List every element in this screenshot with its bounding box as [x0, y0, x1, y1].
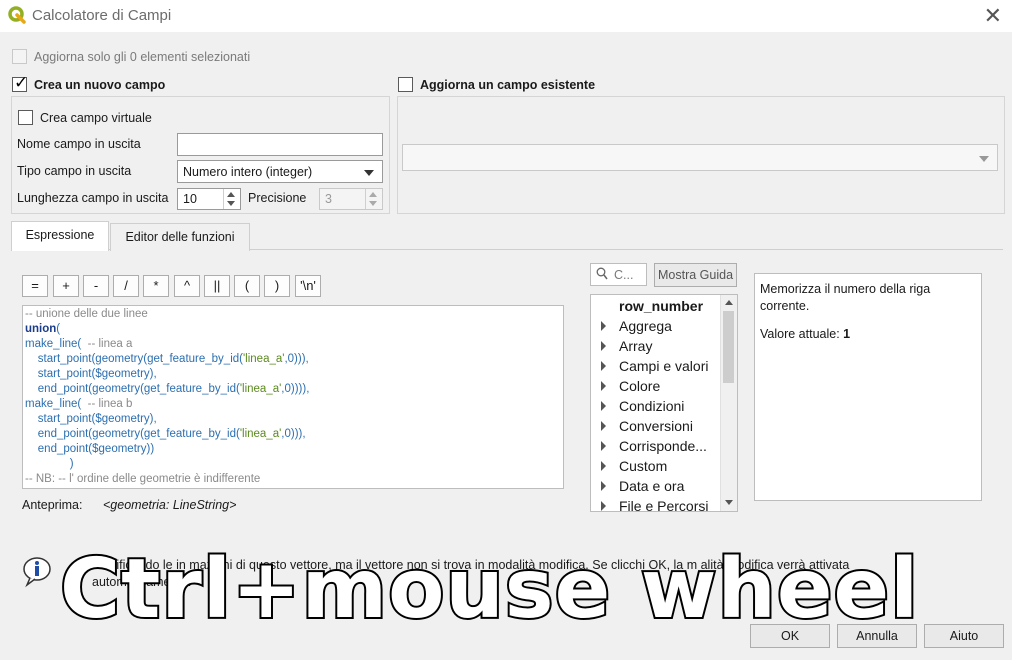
- operator-plus-button[interactable]: +: [53, 275, 79, 297]
- scroll-thumb[interactable]: [723, 311, 734, 383]
- close-icon[interactable]: ✕: [984, 3, 1002, 29]
- operator-open-paren-button[interactable]: (: [234, 275, 260, 297]
- tree-group-condizioni[interactable]: Condizioni: [591, 396, 719, 416]
- tree-group-custom[interactable]: Custom: [591, 456, 719, 476]
- code-line: start_point(geometry(get_feature_by_id('…: [25, 353, 309, 365]
- output-field-length-value: 10: [183, 192, 197, 206]
- output-field-type-value: Numero intero (integer): [183, 165, 313, 179]
- expand-arrow-icon: [601, 501, 606, 511]
- code-line: ): [25, 458, 74, 470]
- precision-value: 3: [325, 192, 332, 206]
- spin-arrows-icon[interactable]: [223, 189, 240, 209]
- overlay-caption: Ctrl+mouse wheel: [58, 540, 920, 639]
- chevron-down-icon: [979, 156, 989, 162]
- tree-group-data-e-ora[interactable]: Data e ora: [591, 476, 719, 496]
- output-field-type-label: Tipo campo in uscita: [17, 164, 132, 178]
- operator-close-paren-button[interactable]: ): [264, 275, 290, 297]
- expand-arrow-icon: [601, 481, 606, 491]
- expand-arrow-icon: [601, 441, 606, 451]
- operator-minus-button[interactable]: -: [83, 275, 109, 297]
- tree-group-file-e-percorsi[interactable]: File e Percorsi: [591, 496, 719, 511]
- current-value-label: Valore attuale:: [760, 327, 840, 341]
- scroll-down-icon[interactable]: [725, 500, 733, 505]
- code-line: -- unione delle due linee: [25, 308, 148, 320]
- operator-multiply-button[interactable]: *: [143, 275, 169, 297]
- expand-arrow-icon: [601, 421, 606, 431]
- create-new-field-label: Crea un nuovo campo: [34, 78, 166, 92]
- precision-label: Precisione: [248, 191, 307, 205]
- expand-arrow-icon: [601, 461, 606, 471]
- update-existing-field-checkbox[interactable]: [398, 77, 413, 92]
- tree-group-aggrega[interactable]: Aggrega: [591, 316, 719, 336]
- current-value: 1: [843, 327, 851, 341]
- expand-arrow-icon: [601, 341, 606, 351]
- function-help-panel: Memorizza il numero della riga corrente.…: [754, 273, 982, 501]
- spin-arrows-icon[interactable]: [365, 189, 382, 209]
- check-icon: ✓: [14, 73, 29, 92]
- function-tree[interactable]: row_number Aggrega Array Campi e valori …: [590, 294, 738, 512]
- code-line: make_line( -- linea b: [25, 398, 133, 410]
- code-line: start_point($geometry),: [25, 413, 157, 425]
- code-line: -- NB: -- l' ordine delle geometrie è in…: [25, 473, 261, 485]
- search-placeholder: C...: [614, 268, 634, 282]
- operator-equals-button[interactable]: =: [22, 275, 48, 297]
- tree-group-campi-e-valori[interactable]: Campi e valori: [591, 356, 719, 376]
- expand-arrow-icon: [601, 361, 606, 371]
- existing-field-select[interactable]: [402, 144, 998, 171]
- code-line: make_line( -- linea a: [25, 338, 133, 350]
- preview-label: Anteprima:: [22, 498, 83, 512]
- search-icon: [596, 267, 608, 284]
- operator-divide-button[interactable]: /: [113, 275, 139, 297]
- show-help-button[interactable]: Mostra Guida: [654, 263, 737, 287]
- tab-function-editor[interactable]: Editor delle funzioni: [110, 223, 250, 251]
- create-new-field-checkbox[interactable]: ✓: [12, 73, 28, 92]
- expand-arrow-icon: [601, 381, 606, 391]
- output-field-length-spinbox[interactable]: 10: [177, 188, 241, 210]
- tab-expression[interactable]: Espressione: [11, 221, 109, 251]
- help-description: Memorizza il numero della riga corrente.: [760, 282, 931, 313]
- operator-newline-button[interactable]: '\n': [295, 275, 321, 297]
- expand-arrow-icon: [601, 321, 606, 331]
- qgis-logo-icon: [8, 6, 26, 24]
- tree-group-corrisponde[interactable]: Corrisponde...: [591, 436, 719, 456]
- window-title: Calcolatore di Campi: [32, 7, 172, 24]
- tree-group-array[interactable]: Array: [591, 336, 719, 356]
- code-line: end_point($geometry)): [25, 443, 155, 455]
- code-line: start_point($geometry),: [25, 368, 157, 380]
- tree-item-row-number[interactable]: row_number: [619, 296, 703, 316]
- scroll-up-icon[interactable]: [725, 300, 733, 305]
- update-existing-field-label: Aggiorna un campo esistente: [420, 78, 596, 92]
- operator-concat-button[interactable]: ||: [204, 275, 230, 297]
- chevron-down-icon: [364, 170, 374, 176]
- help-button[interactable]: Aiuto: [924, 624, 1004, 648]
- code-line: end_point(geometry(get_feature_by_id('li…: [25, 428, 306, 440]
- preview-value: <geometria: LineString>: [103, 498, 237, 512]
- info-icon: [22, 556, 54, 591]
- function-search-input[interactable]: C...: [590, 263, 647, 286]
- output-field-name-label: Nome campo in uscita: [17, 137, 141, 151]
- code-line: end_point(geometry(get_feature_by_id('li…: [25, 383, 310, 395]
- tree-group-conversioni[interactable]: Conversioni: [591, 416, 719, 436]
- code-line: union(: [25, 323, 61, 335]
- expand-arrow-icon: [601, 401, 606, 411]
- current-value-row: Valore attuale: 1: [760, 327, 850, 341]
- tree-group-colore[interactable]: Colore: [591, 376, 719, 396]
- output-field-type-select[interactable]: Numero intero (integer): [177, 160, 383, 183]
- expression-editor[interactable]: -- unione delle due linee union( make_li…: [22, 305, 564, 489]
- tree-scrollbar[interactable]: [720, 295, 737, 511]
- output-field-name-input[interactable]: [177, 133, 383, 156]
- virtual-field-checkbox[interactable]: [18, 110, 33, 125]
- precision-spinbox[interactable]: 3: [319, 188, 383, 210]
- operator-power-button[interactable]: ^: [174, 275, 200, 297]
- output-field-length-label: Lunghezza campo in uscita: [17, 191, 169, 205]
- update-selected-label: Aggiorna solo gli 0 elementi selezionati: [34, 50, 251, 64]
- update-selected-checkbox[interactable]: [12, 49, 27, 64]
- virtual-field-label: Crea campo virtuale: [40, 111, 152, 125]
